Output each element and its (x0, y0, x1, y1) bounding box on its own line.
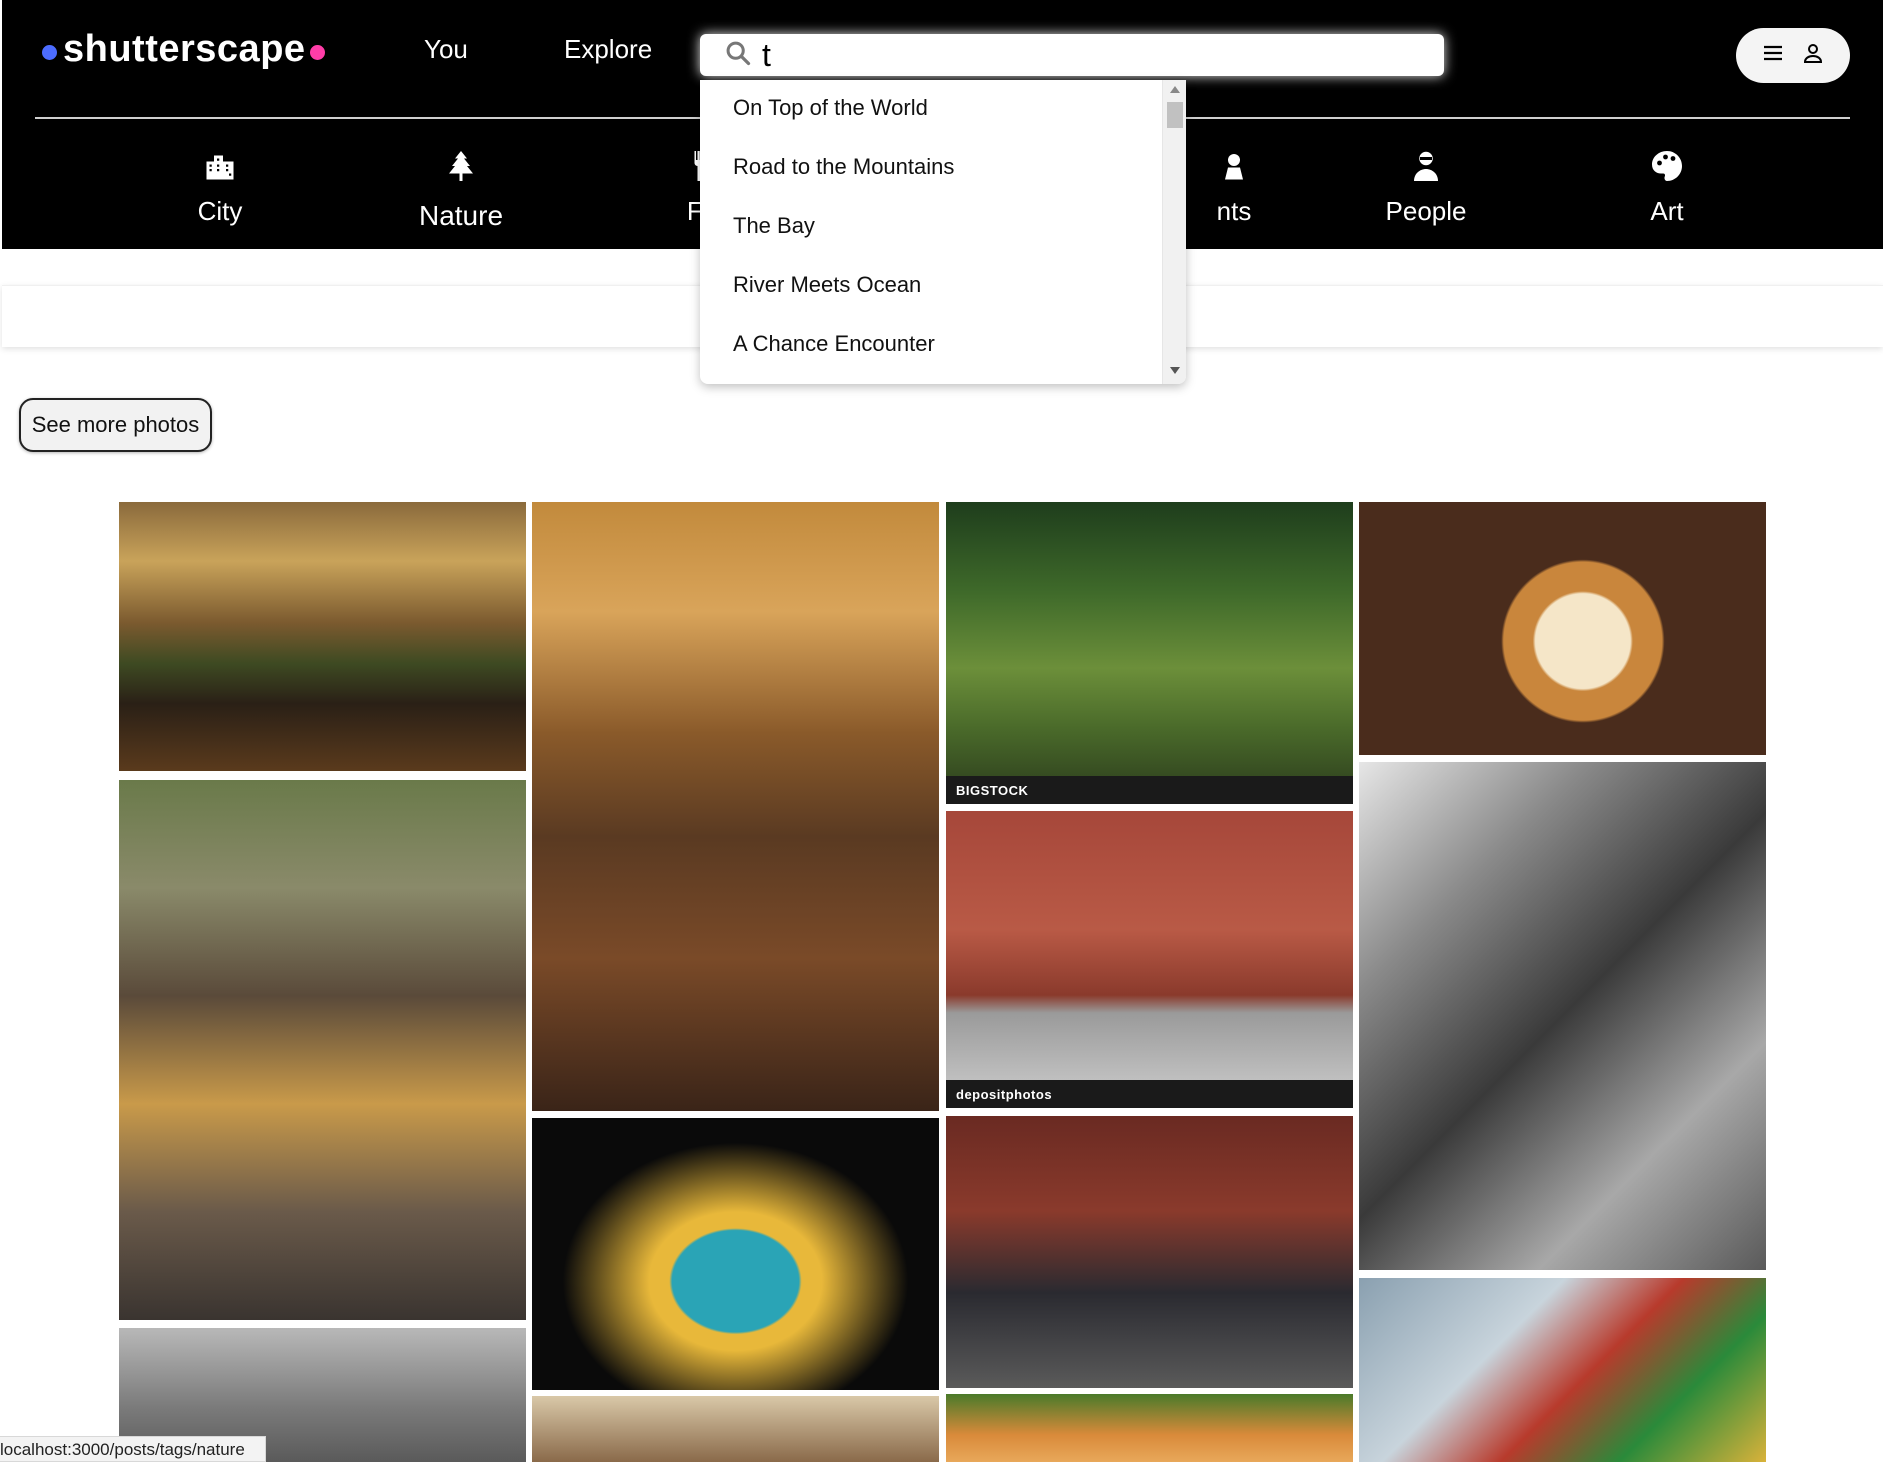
browser-status-url: localhost:3000/posts/tags/nature (0, 1436, 266, 1462)
photo-woman-sitting-log[interactable]: BIGSTOCK (946, 502, 1353, 804)
logo-dot-pink (309, 45, 325, 60)
search-icon (724, 39, 752, 72)
nav-you-link[interactable]: You (424, 34, 468, 65)
suggestion-item[interactable]: On Top of the World (700, 90, 1186, 149)
brand-logo[interactable]: shutterscape (42, 28, 325, 71)
category-city[interactable]: City (140, 148, 300, 227)
photo-waffles-honey[interactable] (119, 780, 526, 1320)
scroll-up-arrow-icon[interactable] (1170, 86, 1180, 93)
suggestion-item[interactable]: The Bay (700, 208, 1186, 267)
category-label: Nature (418, 200, 504, 231)
photo-breakfast-waffles-table[interactable] (1359, 502, 1766, 755)
scroll-down-arrow-icon[interactable] (1170, 367, 1180, 374)
person-icon (1346, 148, 1506, 184)
logo-dot-blue (42, 45, 57, 60)
photo-plated-dessert[interactable] (532, 1118, 939, 1390)
menu-icon (1761, 41, 1785, 70)
nav-explore-link[interactable]: Explore (564, 34, 652, 65)
palette-icon (1587, 148, 1747, 184)
user-menu-button[interactable] (1736, 28, 1850, 83)
photo-ballerina-brick-wall[interactable]: depositphotos (946, 811, 1353, 1108)
photo-man-skyscraper[interactable] (1359, 762, 1766, 1270)
photo-woman-forest-path[interactable] (532, 502, 939, 1111)
photo-street-wheel[interactable] (532, 1396, 939, 1462)
suggestion-list: On Top of the World Road to the Mountain… (700, 80, 1186, 384)
suggestion-item[interactable]: River Meets Ocean (700, 267, 1186, 326)
watermark-bigstock: BIGSTOCK (956, 783, 1029, 798)
see-more-photos-button[interactable]: See more photos (19, 398, 212, 452)
category-label: People (1385, 196, 1467, 226)
search-input[interactable] (762, 36, 1402, 74)
photo-dragon-parade[interactable] (1359, 1278, 1766, 1462)
dropdown-scrollbar[interactable] (1162, 80, 1186, 384)
suggestion-item[interactable]: Road to the Mountains (700, 149, 1186, 208)
photo-dance-group[interactable] (946, 1116, 1353, 1388)
category-label: City (197, 196, 243, 226)
search-suggestions-dropdown: On Top of the World Road to the Mountain… (700, 80, 1186, 384)
category-nature[interactable]: Nature (381, 148, 541, 232)
photo-cat[interactable] (946, 1394, 1353, 1462)
photo-forest-fungi[interactable] (119, 502, 526, 771)
watermark-depositphotos: depositphotos (956, 1087, 1053, 1102)
suggestion-item[interactable]: A Chance Encounter (700, 326, 1186, 384)
scroll-thumb[interactable] (1167, 102, 1183, 128)
user-icon (1801, 41, 1825, 70)
category-art[interactable]: Art (1587, 148, 1747, 227)
tree-icon (381, 148, 541, 184)
category-people[interactable]: People (1346, 148, 1506, 227)
search-bar[interactable] (700, 34, 1444, 76)
category-label: Art (1650, 196, 1684, 226)
city-icon (140, 148, 300, 184)
brand-name: shutterscape (63, 28, 306, 70)
